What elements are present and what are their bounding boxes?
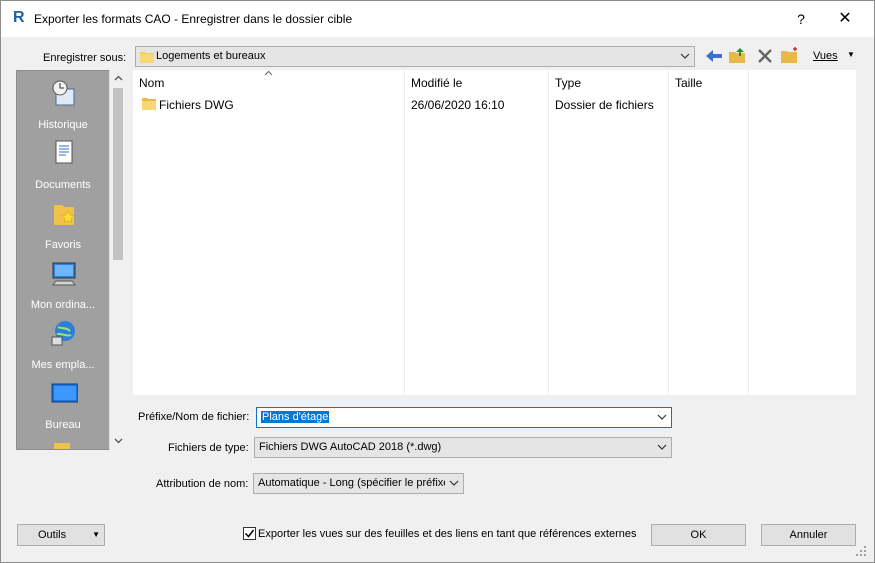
title-bar: R Exporter les formats CAO - Enregistrer… <box>1 1 874 37</box>
place-label: Mon ordina... <box>30 299 96 311</box>
filename-label: Préfixe/Nom de fichier: <box>138 411 250 423</box>
place-history[interactable]: Historique <box>17 77 109 137</box>
place-partial-item <box>17 437 109 449</box>
desktop-icon <box>50 379 79 409</box>
folder-icon <box>142 97 156 113</box>
chevron-down-icon <box>449 477 459 489</box>
naming-dropdown[interactable]: Automatique - Long (spécifier le préfixe… <box>253 473 464 494</box>
views-menu-button[interactable]: Vues <box>813 50 838 62</box>
places-scrollbar[interactable] <box>109 70 126 450</box>
place-documents[interactable]: Documents <box>17 137 109 197</box>
scroll-down-icon[interactable] <box>114 436 123 446</box>
place-label: Documents <box>35 179 91 191</box>
column-header-type[interactable]: Type <box>555 76 581 90</box>
revit-app-icon: R <box>13 9 25 26</box>
filetype-dropdown[interactable]: Fichiers DWG AutoCAD 2018 (*.dwg) <box>254 437 672 458</box>
place-desktop[interactable]: Bureau <box>17 377 109 437</box>
column-divider <box>668 70 669 395</box>
place-label: Mes empla... <box>31 359 95 371</box>
place-label: Historique <box>38 119 88 131</box>
column-header-size[interactable]: Taille <box>675 76 702 90</box>
place-my-computer[interactable]: Mon ordina... <box>17 257 109 317</box>
place-label: Bureau <box>45 419 81 431</box>
window-title: Exporter les formats CAO - Enregistrer d… <box>34 12 353 26</box>
ok-button[interactable]: OK <box>651 524 746 546</box>
column-divider <box>548 70 549 395</box>
file-modified-cell: 26/06/2020 16:10 <box>411 98 505 112</box>
favorites-icon <box>50 199 78 229</box>
tools-label: Outils <box>38 529 67 541</box>
documents-icon <box>50 139 78 169</box>
export-cad-dialog: R Exporter les formats CAO - Enregistrer… <box>0 0 875 563</box>
close-button[interactable]: ✕ <box>825 1 865 37</box>
place-network[interactable]: Mes empla... <box>17 317 109 377</box>
help-button[interactable]: ? <box>781 1 821 37</box>
current-folder-text: Logements et bureaux <box>156 50 266 62</box>
computer-icon <box>50 259 78 289</box>
export-xref-checkbox[interactable] <box>243 527 256 540</box>
resize-grip-icon[interactable] <box>854 544 868 558</box>
delete-icon[interactable] <box>755 46 775 66</box>
scroll-up-icon[interactable] <box>114 73 123 83</box>
file-type-cell: Dossier de fichiers <box>555 98 654 112</box>
column-header-modified[interactable]: Modifié le <box>411 76 462 90</box>
chevron-down-icon <box>680 50 690 62</box>
new-folder-icon[interactable] <box>780 46 800 66</box>
export-xref-label[interactable]: Exporter les vues sur des feuilles et de… <box>258 528 637 540</box>
tools-button[interactable]: Outils ▼ <box>17 524 105 546</box>
up-folder-icon[interactable] <box>728 46 748 66</box>
naming-value: Automatique - Long (spécifier le préfixe… <box>258 477 445 489</box>
scrollbar-thumb[interactable] <box>113 88 123 260</box>
column-divider <box>748 70 749 395</box>
folder-icon <box>140 50 154 66</box>
back-arrow-icon[interactable] <box>704 46 724 66</box>
filename-value: Plans d'étage <box>261 411 330 423</box>
filename-input[interactable]: Plans d'étage <box>256 407 672 428</box>
chevron-down-icon[interactable] <box>657 411 667 423</box>
folder-icon <box>50 439 78 449</box>
place-favorites[interactable]: Favoris <box>17 197 109 257</box>
history-icon <box>50 79 78 109</box>
views-dropdown-arrow-icon[interactable]: ▼ <box>847 50 855 59</box>
tools-dropdown-arrow-icon: ▼ <box>92 530 100 539</box>
network-icon <box>50 319 78 349</box>
sort-ascending-icon <box>264 68 273 78</box>
filetype-label: Fichiers de type: <box>168 442 249 454</box>
place-label: Favoris <box>44 239 82 251</box>
column-header-name[interactable]: Nom <box>139 76 164 90</box>
chevron-down-icon <box>657 441 667 453</box>
column-divider <box>404 70 405 395</box>
file-name-cell: Fichiers DWG <box>159 98 234 112</box>
cancel-button[interactable]: Annuler <box>761 524 856 546</box>
save-in-label: Enregistrer sous: <box>43 52 127 64</box>
filetype-value: Fichiers DWG AutoCAD 2018 (*.dwg) <box>259 441 442 453</box>
save-in-dropdown[interactable]: Logements et bureaux <box>135 46 695 67</box>
file-list[interactable]: Nom Modifié le Type Taille Fichiers DWG … <box>133 70 856 395</box>
naming-label: Attribution de nom: <box>156 478 249 490</box>
